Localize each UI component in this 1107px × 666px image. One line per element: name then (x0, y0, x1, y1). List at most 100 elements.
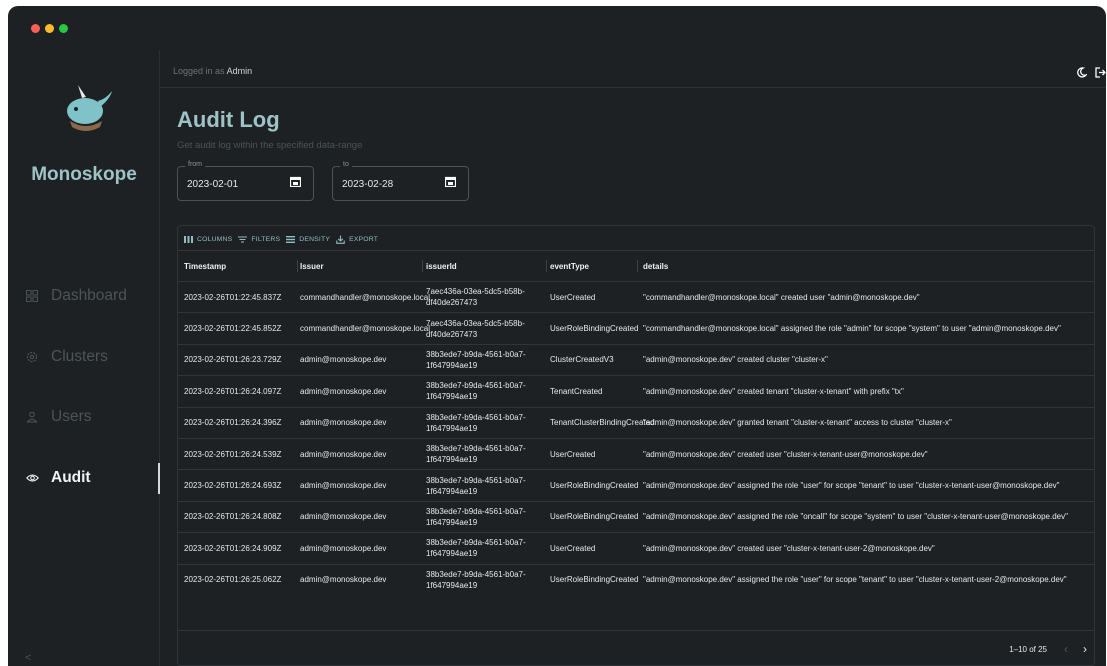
cell-event-type: TenantCreated (550, 386, 603, 396)
cell-details: "admin@monoskope.dev" assigned the role … (643, 575, 1067, 585)
cell-timestamp: 2023-02-26T01:26:24.909Z (184, 543, 282, 553)
cell-timestamp: 2023-02-26T01:26:23.729Z (184, 355, 282, 365)
cell-details: "commandhandler@monoskope.local" assigne… (643, 324, 1061, 334)
calendar-icon[interactable] (445, 176, 456, 187)
table-row[interactable]: 2023-02-26T01:26:24.097Z admin@monoskope.… (178, 375, 1094, 406)
brand-name: Monoskope (31, 164, 137, 185)
filters-button[interactable]: FILTERS (238, 235, 280, 244)
logged-in-username: Admin (226, 66, 253, 76)
export-button[interactable]: EXPORT (336, 235, 378, 244)
whale-logo-icon (67, 85, 112, 131)
eye-icon (25, 471, 39, 485)
page-title: Audit Log (177, 107, 280, 132)
cell-timestamp: 2023-02-26T01:22:45.837Z (184, 292, 282, 302)
column-header-timestamp[interactable]: Timestamp (184, 251, 296, 281)
logout-icon[interactable] (1095, 67, 1106, 81)
cell-timestamp: 2023-02-26T01:26:24.693Z (184, 481, 282, 491)
gear-icon (25, 350, 39, 364)
table-header-row: Timestamp Issuer issuerId eventType details (178, 250, 1094, 281)
page-subtitle: Get audit log within the specified data-… (177, 140, 363, 151)
to-date-field[interactable]: to 2023-02-28 (332, 161, 469, 201)
sidebar: Monoskope Dashboard Clusters Users Audit (8, 50, 160, 666)
filter-icon (238, 236, 248, 242)
column-separator[interactable] (546, 260, 547, 272)
table-row[interactable]: 2023-02-26T01:26:23.729Z admin@monoskope.… (178, 343, 1094, 375)
column-separator[interactable] (637, 260, 638, 272)
table-row[interactable]: 2023-02-26T01:26:24.539Z admin@monoskope.… (178, 438, 1094, 469)
cell-event-type: TenantClusterBindingCreated (550, 418, 655, 428)
cell-issuer-id: 38b3ede7-b9da-4561-b0a7-1f647994ae19 (426, 475, 526, 496)
column-header-issuer[interactable]: Issuer (300, 251, 420, 281)
table-row[interactable]: 2023-02-26T01:22:45.852Z commandhandler@m… (178, 312, 1094, 343)
cell-issuer-id: 7aec436a-03ea-5dc5-b58b-df40de267473 (426, 318, 525, 339)
cell-issuer: admin@monoskope.dev (300, 418, 387, 428)
table-row[interactable]: 2023-02-26T01:26:24.693Z admin@monoskope.… (178, 469, 1094, 500)
cell-timestamp: 2023-02-26T01:22:45.852Z (184, 324, 282, 334)
export-label: EXPORT (349, 235, 379, 243)
column-header-details[interactable]: details (643, 251, 1093, 281)
calendar-icon[interactable] (290, 176, 301, 187)
from-date-value: 2023-02-01 (187, 179, 239, 190)
cell-event-type: UserRoleBindingCreated (550, 324, 639, 334)
next-page-icon[interactable]: › (1083, 642, 1087, 656)
table-row[interactable]: 2023-02-26T01:26:24.808Z admin@monoskope.… (178, 500, 1094, 532)
column-header-issuer-id[interactable]: issuerId (426, 251, 544, 281)
column-header-event-type[interactable]: eventType (550, 251, 638, 281)
cell-issuer-id: 38b3ede7-b9da-4561-b0a7-1f647994ae19 (426, 569, 526, 590)
cell-issuer-id: 38b3ede7-b9da-4561-b0a7-1f647994ae19 (426, 506, 526, 527)
cell-event-type: UserCreated (550, 449, 596, 459)
density-label: DENSITY (299, 235, 331, 243)
cell-timestamp: 2023-02-26T01:26:24.396Z (184, 418, 282, 428)
user-icon (25, 410, 39, 424)
density-button[interactable]: DENSITY (286, 235, 330, 244)
sidebar-item-label: Users (51, 408, 92, 425)
sidebar-item-label: Dashboard (51, 287, 127, 304)
cell-issuer-id: 38b3ede7-b9da-4561-b0a7-1f647994ae19 (426, 444, 526, 465)
grid-toolbar: COLUMNS FILTERS DENSITY EXPORT (184, 232, 384, 246)
cell-timestamp: 2023-02-26T01:26:24.539Z (184, 449, 282, 459)
audit-data-grid: COLUMNS FILTERS DENSITY EXPORT Timestamp… (177, 225, 1095, 666)
pagination-info: 1–10 of 25 (1009, 645, 1047, 654)
cell-issuer: admin@monoskope.dev (300, 449, 387, 459)
cell-details: "admin@monoskope.dev" assigned the role … (643, 512, 1068, 522)
from-date-field[interactable]: from 2023-02-01 (177, 161, 314, 201)
theme-toggle-icon[interactable] (1076, 67, 1088, 81)
to-date-value: 2023-02-28 (342, 179, 394, 190)
columns-icon (184, 235, 193, 243)
cell-issuer-id: 38b3ede7-b9da-4561-b0a7-1f647994ae19 (426, 381, 526, 402)
table-row[interactable]: 2023-02-26T01:26:24.909Z admin@monoskope.… (178, 532, 1094, 563)
cell-issuer-id: 7aec436a-03ea-5dc5-b58b-df40de267473 (426, 287, 525, 308)
cell-issuer: admin@monoskope.dev (300, 355, 387, 365)
table-row[interactable]: 2023-02-26T01:26:24.396Z admin@monoskope.… (178, 406, 1094, 438)
window-titlebar (8, 6, 1106, 50)
sidebar-item-dashboard[interactable]: Dashboard (8, 281, 160, 311)
sidebar-item-label: Audit (51, 469, 91, 486)
column-separator[interactable] (297, 260, 298, 272)
cell-issuer: commandhandler@monoskope.local (300, 324, 430, 334)
export-icon (336, 235, 345, 244)
cell-event-type: ClusterCreatedV3 (550, 355, 614, 365)
grid-footer: 1–10 of 25 ‹ › (178, 630, 1094, 665)
cell-issuer-id: 38b3ede7-b9da-4561-b0a7-1f647994ae19 (426, 412, 526, 433)
table-row[interactable]: 2023-02-26T01:22:45.837Z commandhandler@m… (178, 281, 1094, 312)
sidebar-item-audit[interactable]: Audit (8, 463, 160, 494)
cell-event-type: UserCreated (550, 543, 596, 553)
previous-page-icon[interactable]: ‹ (1064, 642, 1068, 656)
sidebar-item-clusters[interactable]: Clusters (8, 342, 160, 372)
density-icon (286, 235, 296, 243)
maximize-window-button[interactable] (59, 24, 68, 33)
minimize-window-button[interactable] (45, 24, 54, 33)
cell-issuer: admin@monoskope.dev (300, 543, 387, 553)
table-row[interactable]: 2023-02-26T01:26:25.062Z admin@monoskope.… (178, 563, 1094, 595)
column-separator[interactable] (422, 260, 423, 272)
collapse-sidebar-button[interactable]: < (25, 652, 31, 664)
columns-label: COLUMNS (197, 235, 233, 243)
cell-issuer: admin@monoskope.dev (300, 512, 387, 522)
close-window-button[interactable] (31, 24, 40, 33)
cell-timestamp: 2023-02-26T01:26:24.808Z (184, 512, 282, 522)
app-window: Monoskope Dashboard Clusters Users Audit (8, 6, 1106, 666)
logged-in-status: Logged in as Admin (173, 66, 252, 76)
sidebar-item-users[interactable]: Users (8, 402, 160, 432)
cell-details: "admin@monoskope.dev" created cluster "c… (643, 355, 828, 365)
columns-button[interactable]: COLUMNS (184, 235, 232, 244)
